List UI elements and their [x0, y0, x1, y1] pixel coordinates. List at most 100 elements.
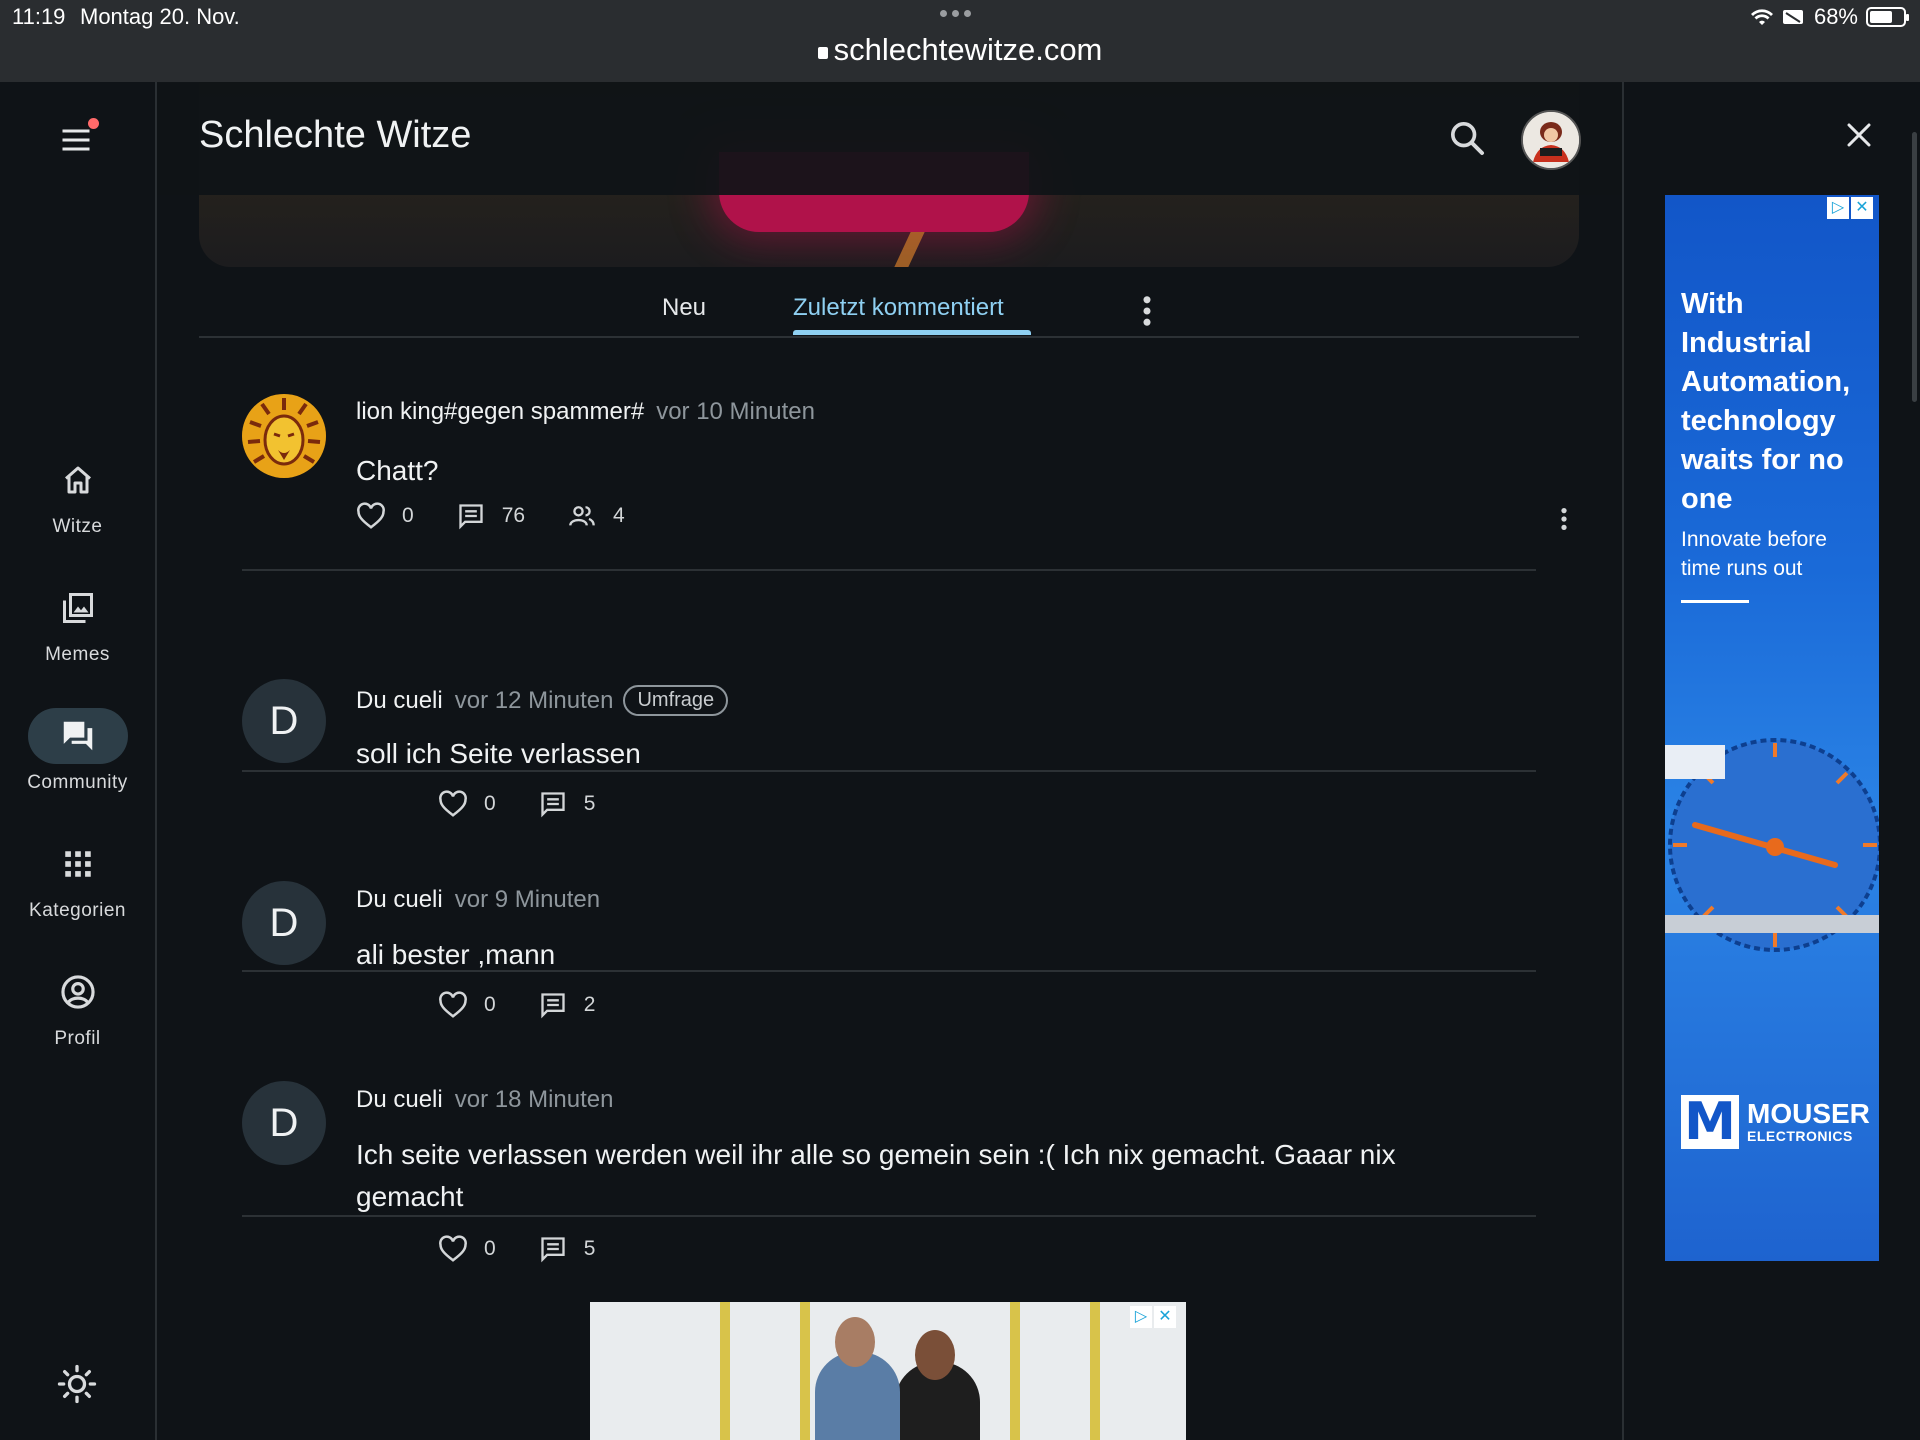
tab-bar: Neu Zuletzt kommentiert — [199, 252, 1579, 338]
post-time: vor 9 Minuten — [454, 886, 601, 913]
forum-icon — [63, 721, 92, 751]
tab-neu[interactable]: Neu — [662, 294, 706, 322]
screen-mirroring-icon — [1782, 10, 1803, 24]
hamburger-icon — [62, 129, 90, 151]
like-count: 0 — [484, 1237, 496, 1260]
tab-zuletzt-kommentiert[interactable]: Zuletzt kommentiert — [793, 294, 1004, 322]
nav-label-memes: Memes — [45, 644, 110, 665]
like-button[interactable]: 0 — [356, 502, 414, 530]
sun-icon — [57, 1364, 97, 1404]
main-content: Schlechte Witze Neu Zuletzt kommentiert — [157, 82, 1622, 1440]
close-panel-button[interactable] — [1844, 120, 1874, 150]
status-bar: 11:19 Montag 20. Nov. schlechtewitze.com… — [0, 0, 1920, 83]
heart-icon — [439, 1235, 467, 1262]
status-time: 11:19 — [12, 4, 66, 29]
participant-count: 4 — [613, 504, 625, 527]
account-circle-icon — [60, 975, 95, 1009]
comments-button[interactable]: 5 — [538, 1235, 596, 1263]
home-icon — [64, 466, 91, 494]
post-avatar[interactable] — [242, 394, 326, 478]
post-text[interactable]: ali bester ,mann — [356, 934, 1506, 976]
ad-panel: ▷ ✕ With Industrial Automation, technolog… — [1622, 82, 1920, 1440]
post-item[interactable]: D Du cueli vor 12 Minuten Umfrage soll ich… — [242, 571, 1536, 772]
scrollbar[interactable] — [1912, 132, 1917, 402]
adchoices-icon[interactable]: ▷ — [1827, 197, 1849, 219]
ad-subline: Innovate before time runs out — [1681, 528, 1827, 580]
avatar-cartoon-icon — [1523, 112, 1579, 168]
ad-logo-letter: M — [1681, 1095, 1739, 1149]
battery-icon — [1866, 7, 1909, 27]
side-ad[interactable]: ▷ ✕ With Industrial Automation, technolog… — [1665, 195, 1879, 1261]
post-more-button[interactable] — [1560, 507, 1568, 531]
url-text: schlechtewitze.com — [833, 32, 1103, 67]
images-icon — [62, 593, 93, 623]
post-actions: 0 5 — [438, 1235, 637, 1263]
post-avatar[interactable]: D — [242, 679, 326, 763]
post-actions: 0 76 4 — [356, 502, 667, 530]
post-author[interactable]: Du cueli — [356, 687, 443, 714]
nav-item-kategorien[interactable]: Kategorien — [0, 836, 155, 922]
like-button[interactable]: 0 — [438, 1235, 496, 1263]
nav-label-kategorien: Kategorien — [29, 900, 126, 921]
nav-item-community[interactable]: Community — [0, 708, 155, 794]
ad-brand-sub: ELECTRONICS — [1747, 1128, 1853, 1144]
poll-badge: Umfrage — [623, 685, 729, 716]
ad-brand-name: MOUSER — [1747, 1098, 1870, 1129]
nav-label-community: Community — [27, 772, 128, 793]
wifi-icon — [1750, 9, 1773, 25]
lion-avatar-icon — [242, 394, 326, 478]
browser-more-icon[interactable] — [940, 10, 971, 17]
search-button[interactable] — [1447, 118, 1487, 158]
nav-item-witze[interactable]: Witze — [0, 452, 155, 538]
post-avatar[interactable]: D — [242, 1081, 326, 1165]
nav-item-memes[interactable]: Memes — [0, 580, 155, 666]
post-item[interactable]: D Du cueli vor 18 Minuten Ich seite verla… — [242, 972, 1536, 1217]
post-avatar[interactable]: D — [242, 881, 326, 965]
nav-item-profil[interactable]: Profil — [0, 964, 155, 1050]
battery-percent: 68% — [1813, 4, 1858, 29]
post-time: vor 18 Minuten — [454, 1086, 614, 1113]
people-icon — [569, 506, 595, 526]
post-author[interactable]: lion king#gegen spammer# — [356, 398, 644, 425]
mouser-logo: M MOUSER ELECTRONICS — [1681, 1095, 1870, 1149]
close-icon — [1847, 123, 1871, 147]
page-title: Schlechte Witze — [199, 114, 472, 156]
ad-choices[interactable]: ▷ ✕ — [1827, 197, 1873, 219]
comments-button[interactable]: 76 — [456, 502, 525, 530]
nav-label-witze: Witze — [52, 516, 103, 537]
ad-close-icon[interactable]: ✕ — [1154, 1306, 1176, 1328]
tab-more-button[interactable] — [1142, 295, 1152, 327]
post-author[interactable]: Du cueli — [356, 886, 443, 913]
theme-toggle-button[interactable] — [57, 1364, 97, 1404]
adchoices-icon[interactable]: ▷ — [1130, 1306, 1152, 1328]
ad-close-icon[interactable]: ✕ — [1851, 197, 1873, 219]
post-item[interactable]: lion king#gegen spammer# vor 10 Minuten C… — [242, 384, 1567, 571]
clock-illustration — [1665, 738, 1879, 952]
post-text[interactable]: soll ich Seite verlassen — [356, 733, 1506, 775]
address-bar[interactable]: schlechtewitze.com — [0, 32, 1920, 68]
status-indicators: 68% — [1750, 4, 1909, 30]
comment-icon — [459, 504, 483, 530]
lock-icon — [817, 47, 828, 59]
post-author[interactable]: Du cueli — [356, 1086, 443, 1113]
comment-count: 76 — [501, 504, 526, 527]
app-bar: Schlechte Witze — [157, 82, 1622, 195]
nav-label-profil: Profil — [54, 1028, 101, 1049]
ad-headline: With Industrial Automation, technology w… — [1681, 288, 1851, 515]
more-vert-icon — [1143, 296, 1151, 326]
comment-icon — [541, 1237, 565, 1263]
post-text[interactable]: Ich seite verlassen werden weil ihr alle… — [356, 1134, 1506, 1218]
post-item[interactable]: D Du cueli vor 9 Minuten ali bester ,mann — [242, 772, 1536, 972]
post-time: vor 12 Minuten — [454, 687, 614, 714]
user-avatar[interactable] — [1521, 110, 1581, 170]
search-icon — [1451, 121, 1484, 155]
heart-icon — [357, 502, 385, 529]
post-text[interactable]: Chatt? — [356, 450, 1506, 492]
banner-ad[interactable]: ▷ ✕ — [590, 1302, 1186, 1440]
like-count: 0 — [402, 504, 414, 527]
notification-dot — [88, 118, 99, 129]
navigation-rail: Witze Memes Community Kategorien Profil — [0, 82, 157, 1440]
grid-icon — [64, 851, 91, 877]
ad-choices[interactable]: ▷ ✕ — [1130, 1306, 1176, 1328]
comment-count: 5 — [583, 1237, 596, 1260]
